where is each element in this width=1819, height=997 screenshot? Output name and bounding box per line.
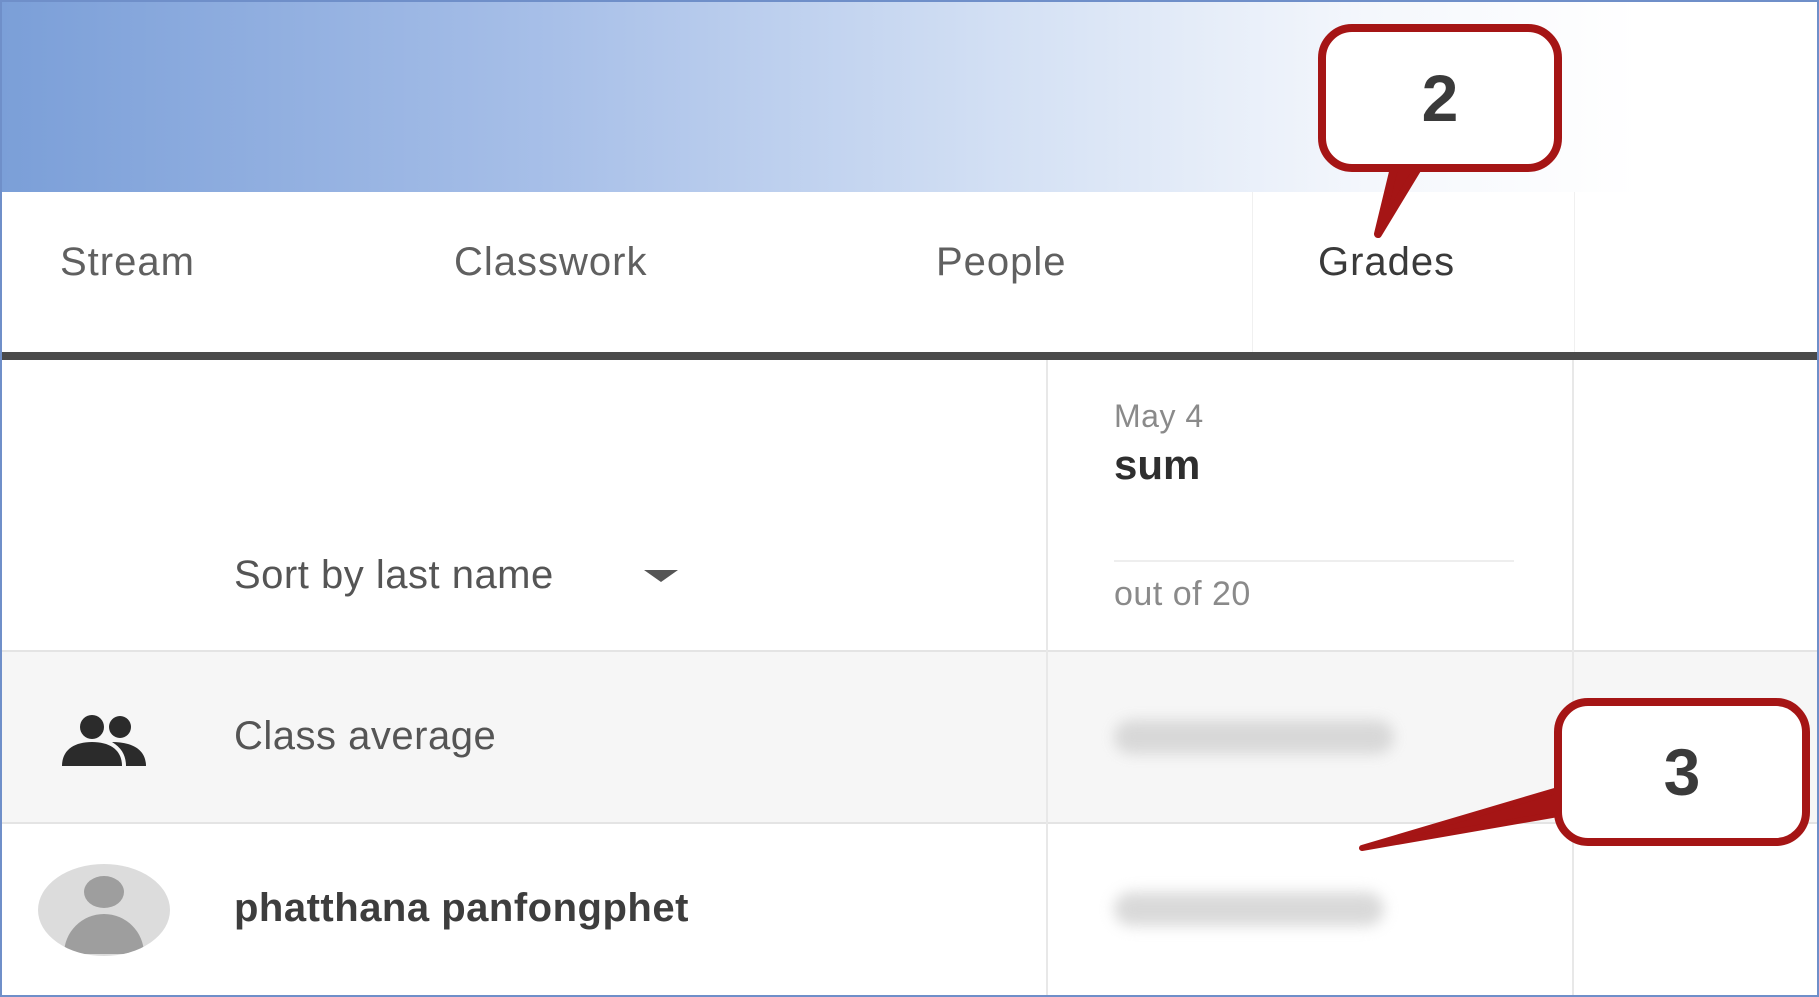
tab-separator: [1252, 192, 1253, 352]
student-row[interactable]: phatthana panfongphet: [2, 822, 1817, 995]
screenshot-frame: Stream Classwork People Grades Sort by l…: [0, 0, 1819, 997]
callout-3-number: 3: [1663, 735, 1701, 809]
assignment-header[interactable]: May 4 sum: [1114, 398, 1514, 489]
tab-active-underline: [2, 352, 1817, 360]
sort-dropdown-label: Sort by last name: [234, 553, 554, 597]
sort-dropdown[interactable]: Sort by last name: [234, 553, 678, 598]
callout-2: 2: [1318, 24, 1562, 172]
tab-classwork[interactable]: Classwork: [454, 240, 647, 285]
caret-down-icon: [643, 569, 678, 582]
avatar-head: [84, 876, 124, 908]
student-grade-cell[interactable]: [1114, 892, 1384, 926]
assignment-points: out of 20: [1114, 575, 1251, 613]
avatar-icon[interactable]: [38, 864, 170, 956]
tab-stream[interactable]: Stream: [60, 240, 195, 285]
class-average-grade: [1114, 720, 1394, 754]
avatar-body: [64, 914, 144, 954]
class-average-label: Class average: [234, 714, 497, 758]
callout-3: 3: [1554, 698, 1810, 846]
assignment-date: May 4: [1114, 398, 1204, 434]
class-tabs: Stream Classwork People Grades: [2, 192, 1817, 352]
assignment-divider: [1114, 560, 1514, 562]
class-average-row: Class average: [2, 650, 1817, 822]
callout-2-number: 2: [1421, 61, 1459, 135]
tab-separator: [1574, 192, 1575, 352]
tab-people[interactable]: People: [936, 240, 1067, 285]
grades-header: Sort by last name May 4 sum out of 20: [2, 360, 1817, 650]
people-icon: [62, 715, 146, 766]
student-name[interactable]: phatthana panfongphet: [234, 886, 689, 931]
column-divider: [1572, 360, 1574, 995]
tab-grades[interactable]: Grades: [1318, 240, 1455, 285]
assignment-title[interactable]: sum: [1114, 441, 1514, 489]
column-divider: [1046, 360, 1048, 995]
